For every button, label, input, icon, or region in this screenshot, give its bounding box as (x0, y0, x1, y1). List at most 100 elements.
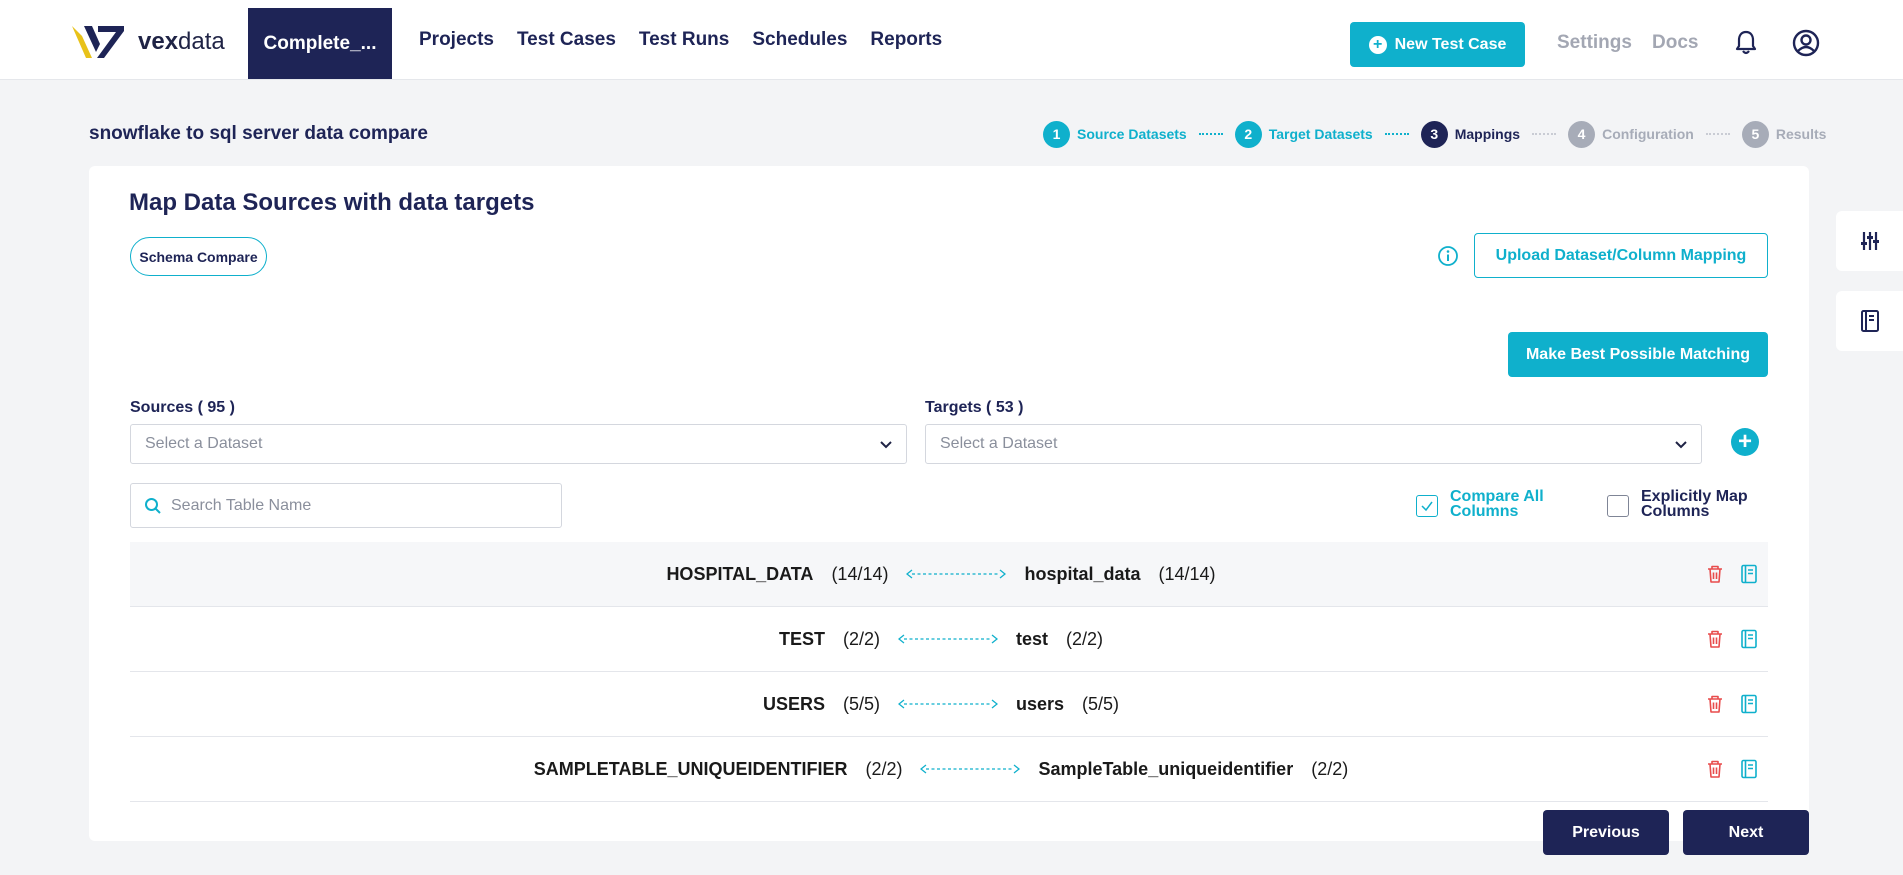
targets-placeholder: Select a Dataset (940, 435, 1058, 452)
sources-label: Sources ( 95 ) (130, 399, 235, 416)
add-mapping-button[interactable]: + (1731, 428, 1759, 456)
step-label: Source Datasets (1077, 126, 1187, 142)
row-actions (1706, 694, 1758, 714)
nav-docs[interactable]: Docs (1652, 32, 1698, 54)
sources-select[interactable]: Select a Dataset (130, 424, 907, 464)
explicit-map-columns-checkbox[interactable]: Explicitly Map Columns (1607, 488, 1751, 520)
row-actions (1706, 564, 1758, 584)
step-number: 2 (1234, 120, 1262, 148)
step-label: Mappings (1454, 126, 1521, 142)
schema-compare-button[interactable]: Schema Compare (130, 237, 267, 276)
upload-mapping-button[interactable]: Upload Dataset/Column Mapping (1474, 233, 1768, 278)
notebook-icon (1860, 310, 1879, 332)
checkbox-checked[interactable] (1416, 495, 1438, 517)
brand-name: vexdata (138, 28, 225, 55)
nav-test-cases[interactable]: Test Cases (517, 29, 616, 51)
notebook-icon[interactable] (1740, 564, 1758, 584)
table-row[interactable]: USERS (5/5) users (5/5) (130, 672, 1768, 737)
table-row[interactable]: SAMPLETABLE_UNIQUEIDENTIFIER (2/2) SampleT… (130, 737, 1768, 802)
explicit-map-label: Explicitly Map Columns (1641, 488, 1748, 520)
target-column-count: (2/2) (1066, 628, 1104, 649)
nav-projects[interactable]: Projects (419, 29, 494, 51)
step-number: 1 (1043, 120, 1070, 148)
sliders-icon (1860, 232, 1879, 250)
mapping-pair: HOSPITAL_DATA (14/14) hospital_data (14/14) (666, 564, 1215, 585)
source-column-count: (5/5) (842, 693, 880, 714)
new-test-case-button[interactable]: + New Test Case (1350, 22, 1525, 67)
source-table-name: SAMPLETABLE_UNIQUEIDENTIFIER (533, 758, 848, 779)
source-table-name: HOSPITAL_DATA (666, 563, 814, 584)
targets-label: Targets ( 53 ) (925, 399, 1024, 416)
step-configuration[interactable]: 4 Configuration (1568, 120, 1694, 148)
main-nav: Projects Test Cases Test Runs Schedules … (419, 0, 942, 80)
table-row[interactable]: TEST (2/2) test (2/2) (130, 607, 1768, 672)
target-column-count: (2/2) (1311, 758, 1349, 779)
mapping-arrow-icon (920, 764, 1021, 774)
step-label: Configuration (1602, 126, 1694, 142)
step-connector (1198, 133, 1223, 135)
source-table-name: USERS (762, 693, 825, 714)
top-nav: vexdata Complete_... Projects Test Cases… (0, 0, 1903, 80)
trash-icon[interactable] (1706, 759, 1724, 779)
step-number: 5 (1741, 120, 1769, 148)
targets-select[interactable]: Select a Dataset (925, 424, 1702, 464)
card-title: Map Data Sources with data targets (129, 189, 535, 216)
target-table-name: test (1016, 628, 1049, 649)
step-connector (1384, 133, 1409, 135)
step-connector (1705, 133, 1730, 135)
bell-icon[interactable] (1734, 30, 1758, 56)
mapping-arrow-icon (906, 569, 1007, 579)
logo[interactable]: vexdata (70, 22, 225, 62)
filter-settings-tool[interactable] (1836, 211, 1903, 271)
notebook-icon[interactable] (1740, 694, 1758, 714)
search-placeholder: Search Table Name (171, 496, 312, 514)
mapping-pair: TEST (2/2) test (2/2) (779, 629, 1103, 650)
new-test-case-label: New Test Case (1394, 35, 1507, 53)
compare-all-label: Compare All Columns (1450, 488, 1544, 520)
mapping-arrow-icon (898, 634, 998, 644)
search-table-input[interactable]: Search Table Name (130, 483, 562, 528)
next-button[interactable]: Next (1683, 810, 1809, 855)
vexdata-logo-icon (72, 26, 124, 58)
mapping-arrow-icon (897, 699, 998, 709)
checkbox-unchecked[interactable] (1607, 495, 1629, 517)
step-number: 3 (1420, 120, 1448, 148)
nav-test-runs[interactable]: Test Runs (639, 29, 729, 51)
source-column-count: (2/2) (865, 758, 903, 779)
best-matching-button[interactable]: Make Best Possible Matching (1508, 332, 1768, 377)
trash-icon[interactable] (1706, 564, 1724, 584)
target-table-name: SampleTable_uniqueidentifier (1038, 758, 1294, 779)
previous-button[interactable]: Previous (1543, 810, 1669, 855)
trash-icon[interactable] (1706, 694, 1724, 714)
nav-settings[interactable]: Settings (1557, 32, 1632, 54)
step-number: 4 (1568, 120, 1596, 148)
page-title: snowflake to sql server data compare (89, 123, 428, 144)
target-column-count: (5/5) (1082, 693, 1120, 714)
table-row[interactable]: HOSPITAL_DATA (14/14) hospital_data (14/14) (130, 542, 1768, 607)
compare-all-columns-checkbox[interactable]: Compare All Columns (1416, 488, 1560, 520)
chevron-down-icon (880, 441, 892, 449)
info-icon[interactable] (1437, 245, 1459, 267)
trash-icon[interactable] (1706, 629, 1724, 649)
source-column-count: (2/2) (842, 628, 880, 649)
search-icon (145, 498, 161, 514)
step-label: Results (1775, 126, 1827, 142)
user-circle-icon[interactable] (1792, 29, 1820, 57)
step-label: Target Datasets (1268, 126, 1373, 142)
notebook-icon[interactable] (1740, 759, 1758, 779)
check-icon (1421, 501, 1433, 512)
mapping-pair: USERS (5/5) users (5/5) (763, 694, 1119, 715)
nav-reports[interactable]: Reports (870, 29, 942, 51)
step-source-datasets[interactable]: 1 Source Datasets (1043, 120, 1187, 148)
target-table-name: hospital_data (1024, 563, 1141, 584)
step-target-datasets[interactable]: 2 Target Datasets (1234, 120, 1373, 148)
step-results[interactable]: 5 Results (1741, 120, 1827, 148)
target-table-name: users (1015, 693, 1065, 714)
notes-tool[interactable] (1836, 291, 1903, 351)
step-mappings[interactable]: 3 Mappings (1420, 120, 1521, 148)
notebook-icon[interactable] (1740, 629, 1758, 649)
nav-schedules[interactable]: Schedules (752, 29, 847, 51)
row-actions (1706, 629, 1758, 649)
sources-placeholder: Select a Dataset (145, 435, 263, 452)
project-tab[interactable]: Complete_... (248, 8, 392, 79)
